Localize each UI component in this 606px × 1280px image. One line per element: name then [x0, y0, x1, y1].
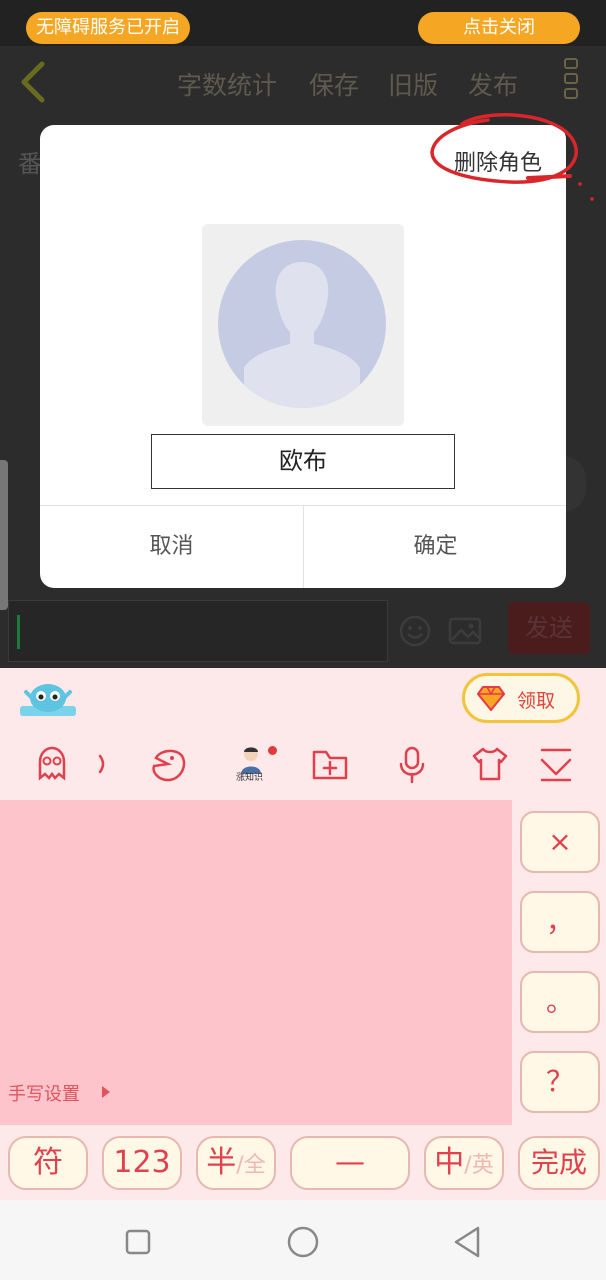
- half-full-width-key[interactable]: 半/全: [196, 1136, 276, 1190]
- knowledge-caption: 涨知识: [236, 773, 264, 783]
- comma-key[interactable]: ，: [520, 891, 600, 953]
- microphone-icon[interactable]: [392, 744, 432, 784]
- diamond-icon: [477, 686, 505, 711]
- cancel-button[interactable]: 取消: [40, 506, 303, 588]
- reward-button[interactable]: 领取: [462, 673, 580, 723]
- home-icon[interactable]: [283, 1222, 323, 1262]
- save-button[interactable]: 保存: [309, 66, 359, 102]
- emoticon-icon[interactable]: [148, 744, 188, 784]
- publish-button[interactable]: 发布: [468, 66, 518, 102]
- old-version-button[interactable]: 旧版: [388, 66, 438, 102]
- delete-key[interactable]: ×: [520, 811, 600, 873]
- full-label: /全: [236, 1153, 266, 1178]
- edit-role-dialog: 删除角色 欧布 取消 确定: [40, 125, 566, 588]
- bracket-icon[interactable]: [92, 744, 112, 784]
- english-label: /英: [464, 1153, 494, 1178]
- close-notice-button[interactable]: 点击关闭: [418, 12, 580, 44]
- confirm-button[interactable]: 确定: [304, 506, 566, 588]
- notification-dot: [268, 746, 277, 755]
- back-chevron-icon[interactable]: [14, 60, 54, 104]
- recents-icon[interactable]: [118, 1222, 158, 1262]
- ime-keyboard: 领取 涨知识 手写设置 × ， 。 ？ 符 123 半/全 — 中/英 完成: [0, 668, 606, 1200]
- role-name-input[interactable]: 欧布: [151, 434, 455, 489]
- collapse-keyboard-icon[interactable]: [536, 744, 576, 784]
- back-icon[interactable]: [448, 1222, 488, 1262]
- scroll-handle[interactable]: [0, 460, 8, 610]
- space-key[interactable]: —: [290, 1136, 410, 1190]
- image-icon[interactable]: [448, 614, 482, 648]
- question-key[interactable]: ？: [520, 1051, 600, 1113]
- emoji-icon[interactable]: [398, 614, 432, 648]
- tshirt-icon[interactable]: [470, 744, 510, 784]
- avatar-placeholder-icon: [218, 240, 386, 408]
- period-key[interactable]: 。: [520, 971, 600, 1033]
- more-menu-icon[interactable]: [564, 58, 580, 108]
- reward-label: 领取: [517, 690, 556, 712]
- ghost-skin-icon[interactable]: [32, 744, 72, 784]
- chinese-label: 中: [434, 1145, 465, 1180]
- word-count-button[interactable]: 字数统计: [177, 66, 277, 102]
- language-toggle-key[interactable]: 中/英: [424, 1136, 504, 1190]
- numbers-key[interactable]: 123: [102, 1136, 182, 1190]
- handwriting-settings-link[interactable]: 手写设置: [8, 1080, 80, 1106]
- folder-add-icon[interactable]: [310, 744, 350, 784]
- done-key[interactable]: 完成: [518, 1136, 600, 1190]
- caret-right-icon: [102, 1086, 110, 1098]
- delete-role-button[interactable]: 删除角色: [454, 145, 542, 177]
- avatar-picker[interactable]: [202, 224, 404, 426]
- handwriting-pad[interactable]: 手写设置: [0, 800, 512, 1125]
- send-button[interactable]: 发送: [508, 602, 590, 654]
- half-label: 半: [206, 1145, 237, 1180]
- message-input[interactable]: [8, 600, 388, 662]
- mascot-logo-icon[interactable]: [18, 680, 78, 718]
- status-bar: 无障碍服务已开启 点击关闭: [0, 0, 606, 46]
- system-nav-bar: [0, 1200, 606, 1280]
- symbols-key[interactable]: 符: [8, 1136, 88, 1190]
- background-text: 番: [18, 150, 42, 178]
- accessibility-notice: 无障碍服务已开启: [26, 12, 190, 44]
